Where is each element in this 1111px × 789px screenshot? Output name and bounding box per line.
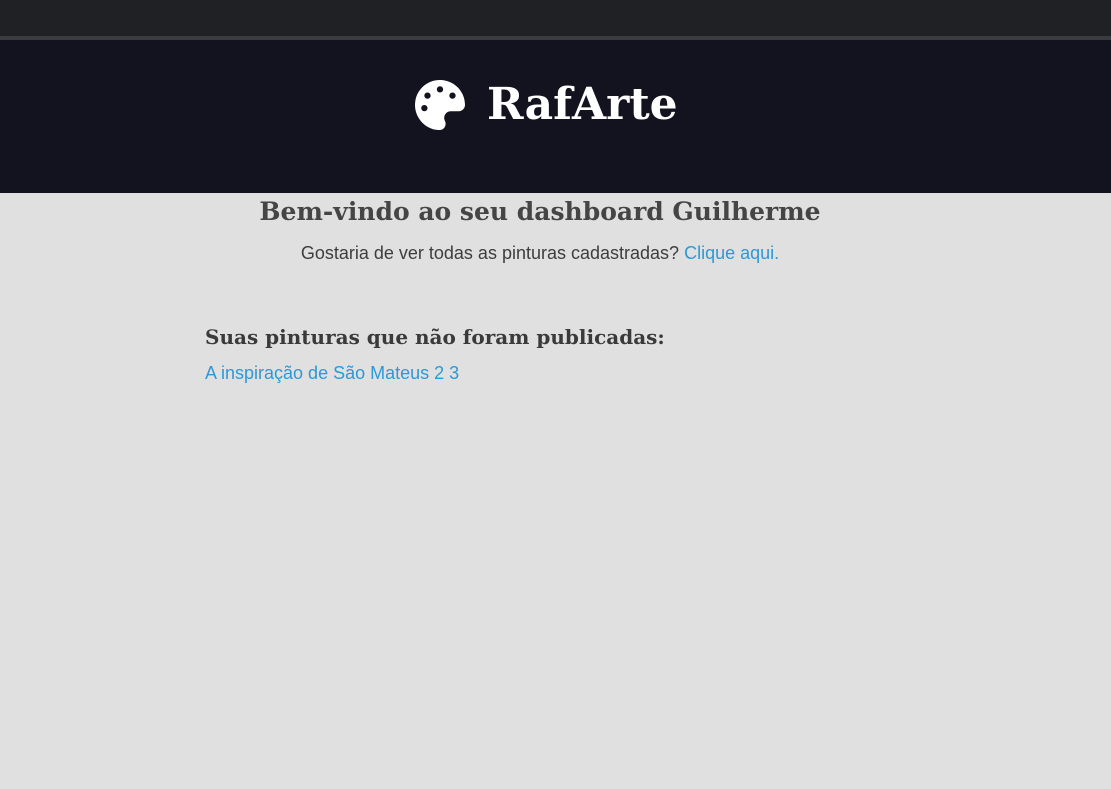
unpublished-section-title: Suas pinturas que não foram publicadas:	[205, 325, 665, 349]
all-paintings-question: Gostaria de ver todas as pinturas cadast…	[300, 243, 680, 263]
unpublished-paintings-list: A inspiração de São Mateus 2 3	[205, 362, 459, 384]
painting-link[interactable]: A inspiração de São Mateus 2 3	[205, 363, 459, 383]
brand-name: RafArte	[487, 79, 678, 130]
brand-logo[interactable]: RafArte	[415, 80, 678, 130]
welcome-title: Bem-vindo ao seu dashboard Guilherme	[259, 197, 821, 226]
list-item: A inspiração de São Mateus 2 3	[205, 362, 459, 384]
all-paintings-link[interactable]: Clique aqui.	[684, 243, 779, 263]
palette-icon	[415, 80, 465, 130]
site-header: RafArte	[0, 40, 1111, 193]
all-paintings-prompt: Gostaria de ver todas as pinturas cadast…	[0, 242, 1080, 264]
browser-top-bar	[0, 0, 1111, 36]
